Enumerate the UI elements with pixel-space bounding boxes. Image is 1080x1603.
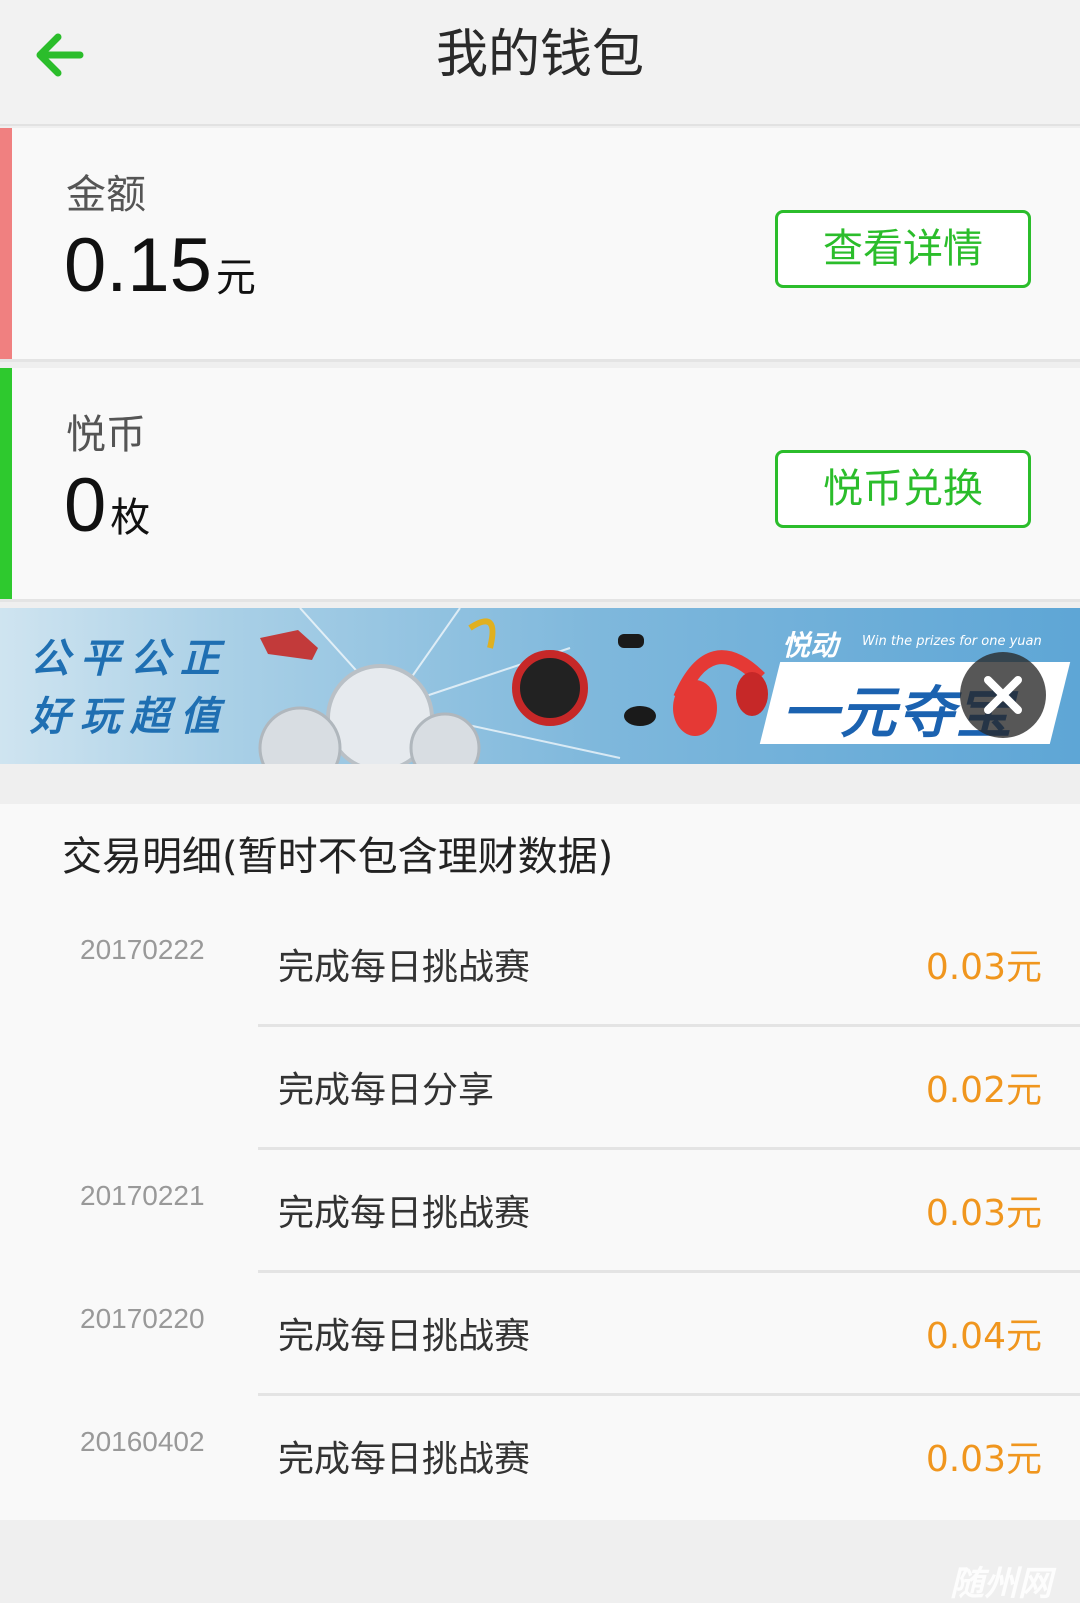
coin-value: 0枚 <box>64 462 150 549</box>
balance-accent-bar <box>0 128 12 359</box>
transaction-description: 完成每日挑战赛 <box>278 1439 531 1480</box>
balance-value: 0.15 元 <box>64 222 256 309</box>
page-title: 我的钱包 <box>435 25 644 85</box>
view-details-button[interactable]: 查看详情 <box>775 210 1031 288</box>
transaction-amount: 0.04元 <box>925 1316 1042 1357</box>
banner-close-button[interactable] <box>960 652 1046 738</box>
transaction-date: 20170222 <box>80 934 205 965</box>
balance-unit: 元 <box>215 255 256 301</box>
top-bar: 我的钱包 <box>0 0 1080 126</box>
sneaker-icon <box>260 630 318 660</box>
banner-tagline: Win the prizes for one yuan <box>862 634 1042 649</box>
transaction-date: 20170221 <box>80 1180 205 1211</box>
transaction-title: 交易明细(暂时不包含理财数据) <box>62 834 614 880</box>
transaction-description: 完成每日挑战赛 <box>278 1316 531 1357</box>
headphones-icon <box>673 650 768 736</box>
banner-slogan-line1: 公平公正 <box>30 636 230 682</box>
watermark-logo: 随州网 <box>950 1564 1052 1603</box>
transaction-date: 20160402 <box>80 1426 205 1457</box>
transaction-row[interactable]: 20170221 完成每日挑战赛 0.03元 <box>0 1150 1080 1273</box>
prize-illustration <box>258 608 768 764</box>
transaction-description: 完成每日挑战赛 <box>278 947 531 988</box>
transaction-row[interactable]: 20170220 完成每日挑战赛 0.04元 <box>0 1273 1080 1396</box>
transaction-amount: 0.03元 <box>925 1439 1042 1480</box>
coin-accent-bar <box>0 368 12 599</box>
transaction-row[interactable]: 完成每日分享 0.02元 <box>0 1027 1080 1150</box>
tracker-icon <box>624 706 656 726</box>
transaction-amount: 0.03元 <box>925 1193 1042 1234</box>
smartwatch-icon <box>512 650 588 726</box>
transaction-date: 20170220 <box>80 1303 205 1334</box>
transaction-row[interactable]: 20170222 完成每日挑战赛 0.03元 <box>0 904 1080 1027</box>
balance-card: 金额 0.15 元 查看详情 <box>0 128 1080 362</box>
coin-amount: 0 <box>64 463 107 548</box>
transaction-description: 完成每日分享 <box>278 1070 495 1111</box>
transaction-section: 交易明细(暂时不包含理财数据) 20170222 完成每日挑战赛 0.03元 完… <box>0 804 1080 1520</box>
banner-slogan-line2: 好玩超值 <box>30 694 230 740</box>
transaction-row[interactable]: 20160402 完成每日挑战赛 0.03元 <box>0 1396 1080 1519</box>
coin-exchange-button[interactable]: 悦币兑换 <box>775 450 1031 528</box>
balance-label: 金额 <box>66 172 146 218</box>
coin-unit: 枚 <box>110 495 151 541</box>
coin-card: 悦币 0枚 悦币兑换 <box>0 368 1080 602</box>
promo-banner[interactable]: 公平公正 好玩超值 悦动 Win the prizes for one yuan… <box>0 608 1080 764</box>
fitness-band-icon <box>618 634 644 648</box>
earphone-icon <box>468 618 496 649</box>
transaction-amount: 0.02元 <box>925 1070 1042 1111</box>
banner-slogan: 公平公正 好玩超值 <box>30 630 230 746</box>
close-icon <box>984 676 1022 714</box>
transaction-description: 完成每日挑战赛 <box>278 1193 531 1234</box>
coin-label: 悦币 <box>66 412 146 458</box>
transaction-amount: 0.03元 <box>925 947 1042 988</box>
banner-brand: 悦动 <box>782 629 839 662</box>
balance-amount: 0.15 <box>64 223 212 308</box>
